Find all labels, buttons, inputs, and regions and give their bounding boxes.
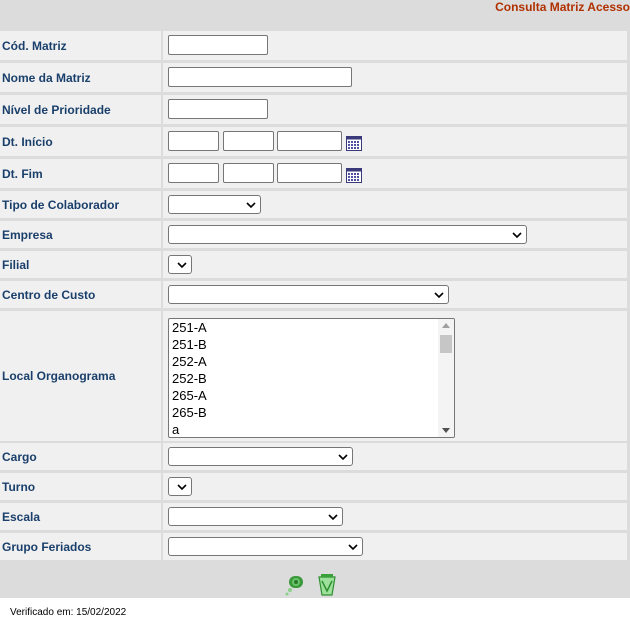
filial-label: Filial — [0, 251, 161, 278]
escala-cell — [163, 503, 627, 530]
list-item[interactable]: 252-B — [169, 370, 454, 387]
row-grupo-feriados: Grupo Feriados — [0, 533, 630, 560]
empresa-label: Empresa — [0, 221, 161, 248]
dt-fim-month-input[interactable] — [223, 163, 274, 183]
cargo-cell — [163, 443, 627, 470]
nivel-prioridade-cell — [163, 95, 627, 124]
local-organograma-cell: 251-A 251-B 252-A 252-B 265-A 265-B a — [163, 311, 627, 441]
chevron-down-icon — [246, 202, 256, 209]
form-panel: Consulta Matriz Acesso Cód. Matriz Nome … — [0, 0, 630, 598]
nome-matriz-label: Nome da Matriz — [0, 63, 161, 92]
search-binoculars-icon[interactable] — [284, 573, 308, 597]
list-item[interactable]: 252-A — [169, 353, 454, 370]
empresa-select[interactable] — [168, 225, 527, 244]
empresa-cell — [163, 221, 627, 248]
chevron-down-icon — [348, 544, 358, 551]
grupo-feriados-label: Grupo Feriados — [0, 533, 161, 560]
scroll-down-icon[interactable] — [442, 428, 450, 433]
dt-fim-year-input[interactable] — [277, 163, 342, 183]
dt-inicio-label: Dt. Início — [0, 127, 161, 156]
verified-date: Verificado em: 15/02/2022 — [10, 607, 127, 618]
centro-custo-label: Centro de Custo — [0, 281, 161, 308]
dt-fim-day-input[interactable] — [168, 163, 219, 183]
list-item[interactable]: 265-B — [169, 404, 454, 421]
tipo-colaborador-select[interactable] — [168, 195, 261, 214]
row-dt-inicio: Dt. Início — [0, 127, 630, 156]
row-escala: Escala — [0, 503, 630, 530]
row-cod-matriz: Cód. Matriz — [0, 31, 630, 60]
local-organograma-label: Local Organograma — [0, 311, 161, 441]
dt-fim-label: Dt. Fim — [0, 159, 161, 188]
list-item[interactable]: 251-A — [169, 319, 454, 336]
row-empresa: Empresa — [0, 221, 630, 248]
clear-recycle-icon[interactable] — [316, 573, 338, 597]
nivel-prioridade-input[interactable] — [168, 99, 268, 119]
row-filial: Filial — [0, 251, 630, 278]
centro-custo-cell — [163, 281, 627, 308]
row-nivel-prioridade: Nível de Prioridade — [0, 95, 630, 124]
calendar-icon[interactable] — [346, 167, 362, 183]
centro-custo-select[interactable] — [168, 285, 449, 304]
nome-matriz-cell — [163, 63, 627, 92]
row-cargo: Cargo — [0, 443, 630, 470]
calendar-icon[interactable] — [346, 135, 362, 151]
chevron-down-icon — [434, 292, 444, 299]
cargo-select[interactable] — [168, 447, 353, 466]
row-dt-fim: Dt. Fim — [0, 159, 630, 188]
chevron-down-icon — [177, 262, 187, 269]
turno-cell — [163, 473, 627, 500]
cod-matriz-cell — [163, 31, 627, 60]
escala-select[interactable] — [168, 507, 343, 526]
row-tipo-colaborador: Tipo de Colaborador — [0, 191, 630, 218]
turno-label: Turno — [0, 473, 161, 500]
chevron-down-icon — [177, 484, 187, 491]
local-organograma-listbox[interactable]: 251-A 251-B 252-A 252-B 265-A 265-B a — [168, 318, 455, 438]
nome-matriz-input[interactable] — [168, 67, 352, 87]
grupo-feriados-select[interactable] — [168, 537, 363, 556]
list-item[interactable]: a — [169, 421, 454, 437]
turno-select[interactable] — [168, 477, 192, 496]
dt-inicio-cell — [163, 127, 627, 156]
row-turno: Turno — [0, 473, 630, 500]
row-nome-matriz: Nome da Matriz — [0, 63, 630, 92]
filial-cell — [163, 251, 627, 278]
dt-inicio-year-input[interactable] — [277, 131, 342, 151]
escala-label: Escala — [0, 503, 161, 530]
grupo-feriados-cell — [163, 533, 627, 560]
list-item[interactable]: 265-A — [169, 387, 454, 404]
filial-select[interactable] — [168, 255, 192, 274]
chevron-down-icon — [512, 232, 522, 239]
dt-inicio-day-input[interactable] — [168, 131, 219, 151]
listbox-scrollbar[interactable] — [438, 319, 454, 437]
dt-inicio-month-input[interactable] — [223, 131, 274, 151]
chevron-down-icon — [328, 514, 338, 521]
tipo-colaborador-label: Tipo de Colaborador — [0, 191, 161, 218]
scroll-up-icon[interactable] — [442, 323, 450, 328]
nivel-prioridade-label: Nível de Prioridade — [0, 95, 161, 124]
chevron-down-icon — [338, 454, 348, 461]
row-local-organograma: Local Organograma 251-A 251-B 252-A 252-… — [0, 311, 630, 441]
scrollbar-thumb[interactable] — [440, 335, 452, 353]
cargo-label: Cargo — [0, 443, 161, 470]
list-item[interactable]: 251-B — [169, 336, 454, 353]
row-centro-custo: Centro de Custo — [0, 281, 630, 308]
cod-matriz-label: Cód. Matriz — [0, 31, 161, 60]
cod-matriz-input[interactable] — [168, 35, 268, 55]
page-title: Consulta Matriz Acesso — [495, 0, 630, 14]
tipo-colaborador-cell — [163, 191, 627, 218]
dt-fim-cell — [163, 159, 627, 188]
